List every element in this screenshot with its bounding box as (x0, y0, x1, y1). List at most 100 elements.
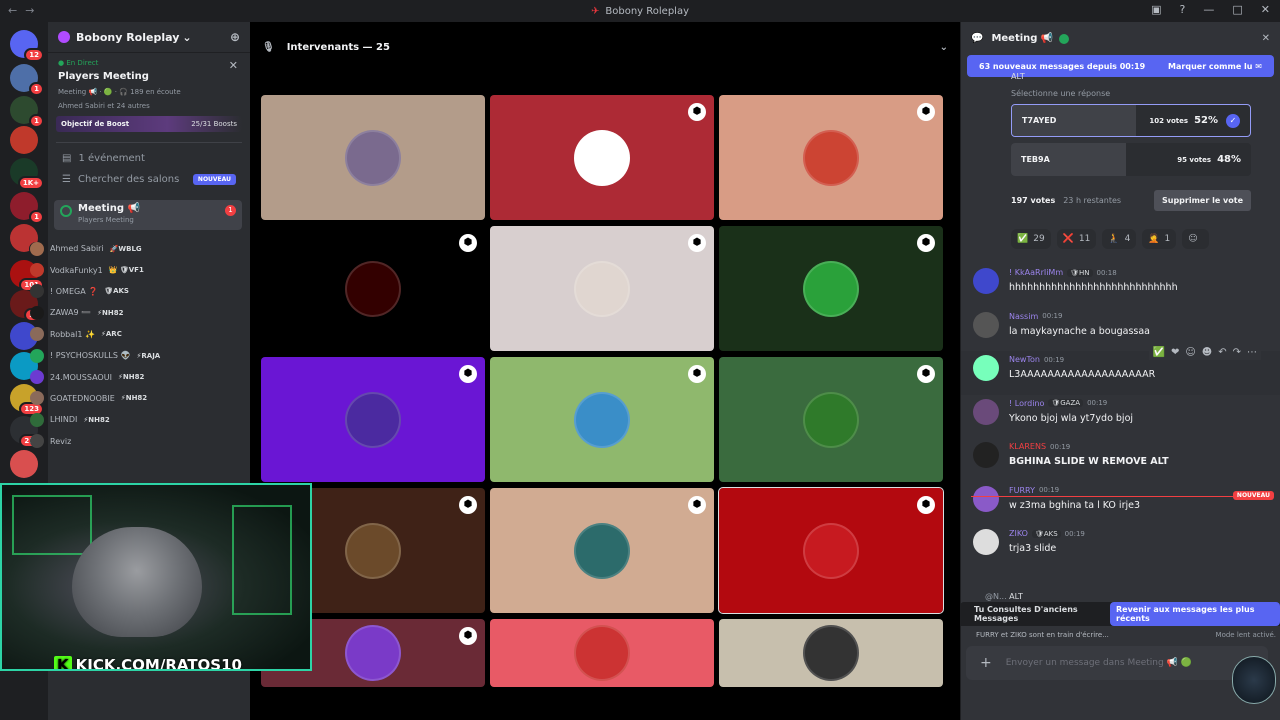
heart-icon[interactable]: ❤ (1171, 347, 1179, 358)
live-stage-card[interactable]: ● En Direct Players Meeting Meeting 📢 · … (48, 53, 250, 110)
speaker-tile[interactable]: ⬢ (719, 357, 943, 482)
server-icon[interactable]: 1 (10, 96, 44, 128)
speaker-avatar (345, 129, 401, 186)
speaker-avatar (574, 522, 630, 579)
author-name[interactable]: ZIKO (1009, 529, 1028, 538)
channel-meeting[interactable]: Meeting 📢 Players Meeting 1 (54, 200, 242, 230)
speaker-tile[interactable]: ⬢ (719, 95, 943, 220)
reply-preview[interactable]: @N... ALT (985, 592, 1023, 601)
close-icon[interactable]: ✕ (1262, 33, 1270, 44)
remove-vote-button[interactable]: Supprimer le vote (1153, 190, 1251, 211)
emoji-icon[interactable]: ☺ (1185, 347, 1195, 358)
server-icon[interactable] (10, 126, 38, 154)
speaker-tile[interactable]: ⬢ (719, 226, 943, 351)
server-header[interactable]: Bobony Roleplay ⌄ ⊕ (48, 22, 250, 53)
reaction-button[interactable]: ❌ 11 (1056, 229, 1097, 249)
stage-user[interactable]: ZAWA9 ➖ ⚡NH82 (30, 302, 200, 323)
speaker-tile[interactable]: ⬢ (490, 357, 714, 482)
poll-option[interactable]: T7AYED 102 votes 52% ✓ (1011, 104, 1251, 137)
avatar[interactable] (973, 398, 999, 425)
chat-message[interactable]: ZIKO 🛡AKS 00:19 trja3 slide (961, 525, 1280, 569)
chat-message[interactable]: ! Lordino 🛡GAZA 00:19 Ykono bjoj wla yt7ydo… (961, 395, 1280, 439)
add-member-icon[interactable]: ⊕ (230, 30, 240, 44)
minimize-button[interactable]: — (1203, 3, 1214, 16)
nav-arrows[interactable]: ←→ (8, 4, 42, 17)
reply-icon[interactable]: ↶ (1218, 347, 1226, 358)
message-text: w z3ma bghina ta l KO irje3 (1009, 499, 1141, 511)
avatar[interactable] (973, 311, 999, 338)
server-badge: 1 (29, 82, 44, 96)
chevron-down-icon[interactable]: ⌄ (940, 42, 948, 53)
chat-message[interactable]: NewTon 00:19 L3AAAAAAAAAAAAAAAAAAAR ✅ ❤ ☺ ☻ ↶ ↷ ⋯ (961, 345, 1280, 395)
mark-read-button[interactable]: Marquer comme lu ✉ (1168, 62, 1262, 71)
speaker-tile[interactable]: ⬢ (490, 488, 714, 613)
user-name: Ahmed Sabiri (50, 244, 104, 254)
live-title: Players Meeting (58, 71, 149, 82)
reaction-button[interactable]: ✅ 29 (1011, 229, 1051, 249)
stage-user[interactable]: 24.MOUSSAOUI ⚡NH82 (30, 366, 200, 387)
message-text: trja3 slide (1009, 543, 1057, 554)
server-icon[interactable] (10, 450, 38, 478)
server-icon[interactable]: 1 (10, 192, 44, 224)
chat-message[interactable]: FURRY 00:19 w z3ma bghina ta l KO irje3 (961, 482, 1280, 526)
poll-option[interactable]: TEB9A 95 votes 48% (1011, 143, 1251, 176)
moderator-shield-icon: ⬢ (688, 496, 706, 514)
search-channels-item[interactable]: ☰ Chercher des salons NOUVEAU (48, 164, 250, 185)
author-name[interactable]: ! KkAaRrIiMm (1009, 268, 1063, 277)
user-tag: 👑 🛡VF1 (108, 266, 144, 275)
speaker-tile[interactable]: ⬢ (490, 95, 714, 220)
more-icon[interactable]: ⋯ (1247, 347, 1257, 358)
reaction-button[interactable]: 🤦 1 (1142, 229, 1177, 249)
server-icon[interactable]: 1 (10, 64, 44, 96)
stage-user[interactable]: ! PSYCHOSKULLS 👽 ⚡RAJA (30, 345, 200, 366)
channel-name: Meeting 📢 (78, 203, 140, 214)
speaker-tile[interactable] (719, 619, 943, 687)
stage-user[interactable]: ! OMEGA ❓ 🛡AKS (30, 281, 200, 302)
stage-user[interactable]: Ahmed Sabiri 🚀WBLG (30, 238, 200, 259)
speaker-tile[interactable]: ⬢ (261, 226, 485, 351)
avatar[interactable] (973, 442, 999, 468)
speaker-avatar (803, 391, 859, 448)
stage-user[interactable]: VodkaFunky1 👑 🛡VF1 (30, 259, 200, 280)
reaction-button[interactable]: ☺ (1182, 229, 1209, 249)
stage-user[interactable]: GOATEDNOOBIE ⚡NH82 (30, 388, 200, 409)
close-button[interactable]: ✕ (1261, 3, 1270, 16)
server-icon[interactable]: 12 (10, 30, 44, 62)
speaker-tile[interactable]: ⬢ (490, 226, 714, 351)
speaker-tile[interactable]: ⬢ (261, 357, 485, 482)
maximize-button[interactable]: □ (1232, 3, 1242, 16)
author-name[interactable]: KLARENS (1009, 442, 1046, 451)
help-icon[interactable]: ? (1180, 3, 1186, 16)
close-icon[interactable]: ✕ (229, 59, 238, 72)
stage-user[interactable]: Robbal1 ✨ ⚡ARC (30, 324, 200, 345)
speaker-tile[interactable] (261, 95, 485, 220)
stage-user[interactable]: LHINDI ⚡NH82 (30, 409, 200, 430)
jump-recent-button[interactable]: Revenir aux messages les plus récents (1110, 602, 1280, 626)
avatar[interactable] (973, 268, 999, 294)
check-icon[interactable]: ✅ (1153, 347, 1165, 358)
avatar[interactable] (973, 485, 999, 512)
message-text: BGHINA SLIDE W REMOVE ALT (1009, 456, 1169, 467)
react-icon[interactable]: ☻ (1202, 347, 1212, 358)
message-input[interactable]: + Envoyer un message dans Meeting 📢 🟢 ☺ (966, 646, 1268, 680)
chat-message[interactable]: KLARENS 00:19 BGHINA SLIDE W REMOVE ALT (961, 438, 1280, 482)
author-name[interactable]: Nassim (1009, 312, 1038, 321)
author-name[interactable]: ! Lordino (1009, 399, 1044, 408)
add-attachment-icon[interactable]: + (980, 655, 992, 671)
avatar[interactable] (973, 529, 999, 555)
server-icon[interactable]: 1K+ (10, 158, 44, 190)
stage-header[interactable]: 🎙 Intervenants — 25 ⌄ (250, 22, 960, 72)
stage-user[interactable]: Reviz (30, 431, 200, 452)
author-name[interactable]: NewTon (1009, 355, 1040, 364)
forward-icon[interactable]: ↷ (1233, 347, 1241, 358)
inbox-icon[interactable]: ▣ (1151, 3, 1161, 16)
avatar[interactable] (973, 355, 999, 381)
boost-goal[interactable]: Objectif de Boost 25/31 Boosts (56, 116, 242, 132)
speaker-tile[interactable] (490, 619, 714, 687)
reaction-button[interactable]: 🧎 4 (1102, 229, 1137, 249)
events-item[interactable]: ▤ 1 événement (48, 143, 250, 164)
chat-message[interactable]: ! KkAaRrIiMm 🛡HN 00:18 hhhhhhhhhhhhhhhhhhhh… (961, 264, 1280, 308)
speaker-tile[interactable]: ⬢ (718, 487, 944, 614)
author-name[interactable]: FURRY (1009, 486, 1035, 495)
kick-overlay: K KICK.COM/RATOS10 (54, 655, 242, 669)
